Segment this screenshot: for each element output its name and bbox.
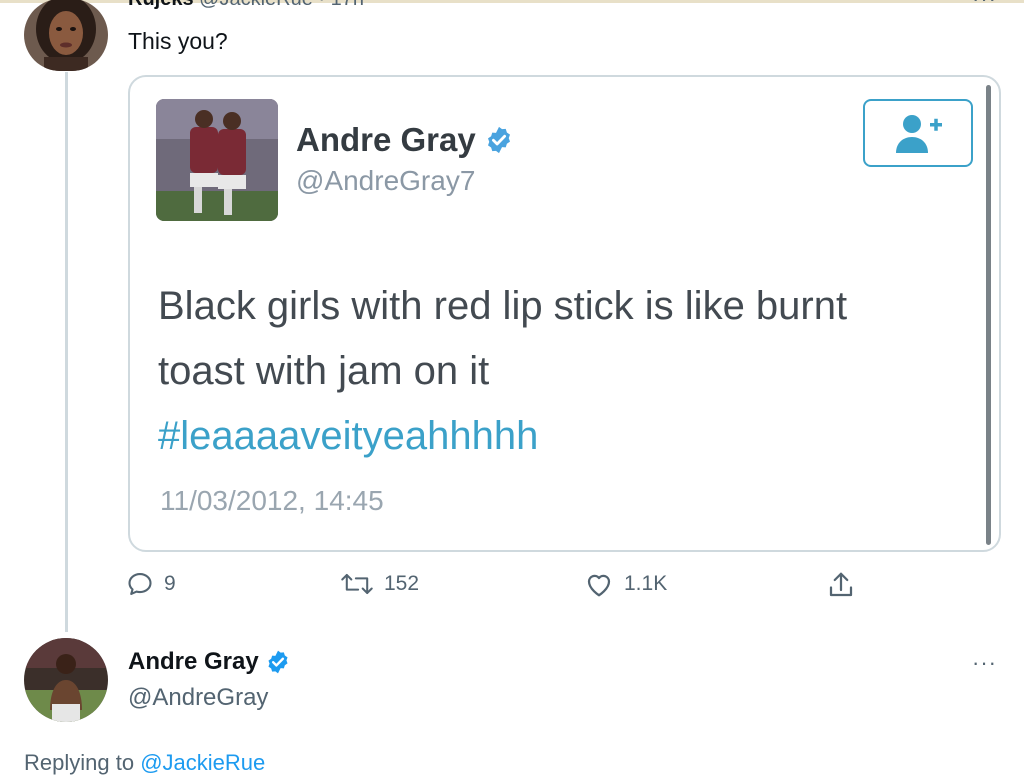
andre-gray-avatar[interactable] bbox=[24, 638, 108, 722]
quoted-tweet-image[interactable]: Andre Gray @AndreGray7 Black girls with … bbox=[128, 75, 1001, 552]
top-tweet-text: This you? bbox=[128, 28, 228, 54]
top-tweet-time[interactable]: 17h bbox=[331, 0, 364, 10]
top-tweet-author-handle[interactable]: @JackieRue bbox=[199, 0, 313, 10]
verified-badge-icon bbox=[268, 650, 288, 674]
reply-author-name[interactable]: Andre Gray bbox=[128, 648, 291, 676]
card-scrollbar bbox=[986, 85, 991, 545]
follow-button[interactable] bbox=[863, 99, 973, 167]
footballer-portrait-icon bbox=[24, 638, 108, 722]
verified-badge-icon bbox=[487, 126, 510, 154]
quoted-hashtag-link: #leaaaaveityeahhhhh bbox=[158, 414, 539, 458]
quoted-tweet-body: Black girls with red lip stick is like b… bbox=[158, 274, 978, 469]
header-dot: · bbox=[318, 0, 325, 10]
quoted-author-name: Andre Gray bbox=[296, 121, 514, 159]
share-icon bbox=[829, 572, 853, 597]
reply-tweet-more-button[interactable]: ··· bbox=[972, 650, 997, 676]
like-count: 1.1K bbox=[624, 572, 668, 595]
heart-icon bbox=[587, 574, 611, 597]
quoted-body-line1: Black girls with red lip stick is like b… bbox=[158, 284, 848, 328]
retweet-button[interactable]: 152 bbox=[340, 570, 419, 598]
reply-icon bbox=[128, 573, 152, 595]
thread-connector bbox=[65, 72, 68, 632]
replying-to-line: Replying to @JackieRue bbox=[24, 750, 265, 776]
replying-to-link[interactable]: @JackieRue bbox=[140, 750, 265, 775]
reply-author-name-text: Andre Gray bbox=[128, 648, 259, 675]
top-tweet-header: Rujeks @JackieRue · 17h bbox=[128, 0, 364, 11]
footballers-photo-icon bbox=[156, 99, 278, 221]
retweet-count: 152 bbox=[384, 572, 420, 595]
top-tweet-author-name[interactable]: Rujeks bbox=[128, 0, 194, 10]
quoted-author-avatar bbox=[156, 99, 278, 221]
share-button[interactable] bbox=[826, 570, 856, 600]
replying-to-prefix: Replying to bbox=[24, 750, 135, 775]
retweet-icon bbox=[341, 573, 373, 595]
reply-author-handle[interactable]: @AndreGray bbox=[128, 684, 268, 712]
quoted-body-line2: toast with jam on it bbox=[158, 349, 490, 393]
rujeks-avatar[interactable] bbox=[24, 0, 108, 71]
woman-portrait-icon bbox=[24, 0, 108, 71]
reply-button[interactable]: 9 bbox=[126, 570, 176, 598]
quoted-author-handle: @AndreGray7 bbox=[296, 165, 476, 196]
like-button[interactable]: 1.1K bbox=[584, 570, 667, 598]
top-tweet-more-button[interactable]: ··· bbox=[972, 0, 997, 12]
reply-count: 9 bbox=[164, 572, 176, 595]
quoted-tweet-date: 11/03/2012, 14:45 bbox=[160, 485, 384, 516]
quoted-author-name-text: Andre Gray bbox=[296, 121, 476, 158]
add-user-icon bbox=[896, 115, 942, 153]
